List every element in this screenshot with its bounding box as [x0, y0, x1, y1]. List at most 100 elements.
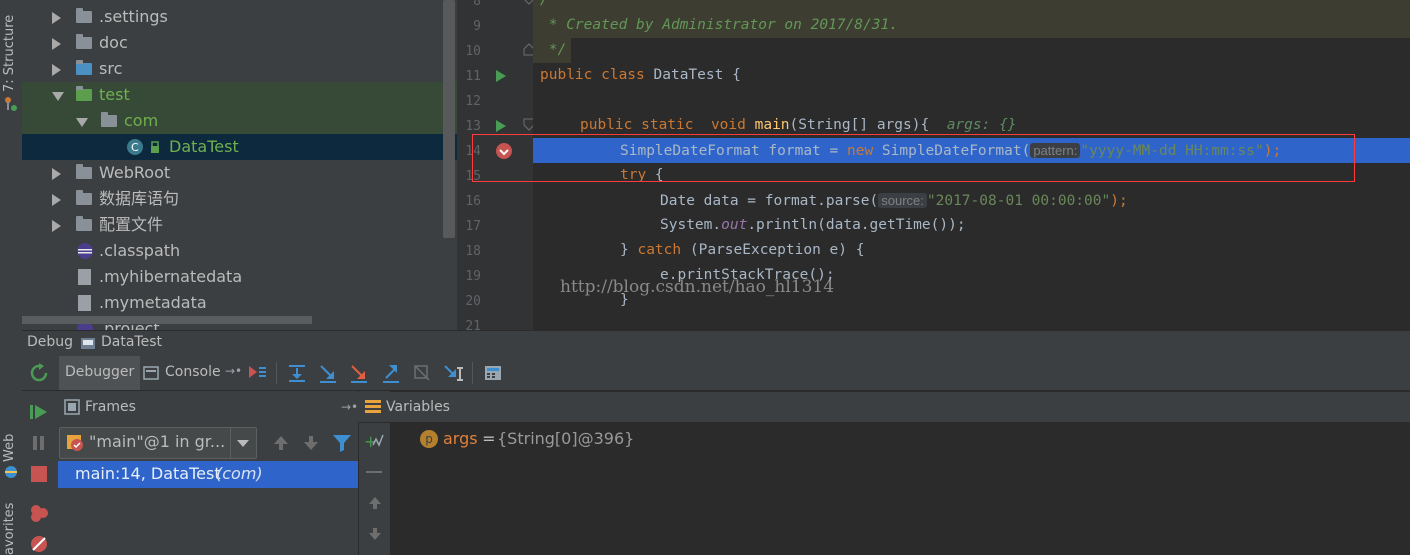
tree-item-label: .classpath — [99, 241, 181, 260]
debug-title-bar: Debug DataTest — [22, 330, 1410, 357]
move-down-icon[interactable] — [367, 526, 383, 542]
thread-selector[interactable]: "main"@1 in gr... — [59, 427, 257, 459]
tab-console[interactable]: Console — [159, 356, 227, 390]
move-up-icon[interactable] — [367, 495, 383, 511]
debug-config-name[interactable]: DataTest — [101, 334, 162, 350]
new-watch-icon[interactable]: + — [364, 431, 386, 451]
code-keyword: public static void — [580, 117, 755, 133]
drop-frame-icon[interactable] — [412, 363, 432, 383]
mute-breakpoints-icon[interactable] — [29, 534, 49, 554]
tree-item-settings[interactable]: .settings — [22, 4, 457, 30]
thread-icon — [67, 435, 83, 451]
code-text: (ParseException e) { — [681, 242, 865, 258]
code-line-8: /** — [540, 0, 567, 8]
collapse-arrow-icon[interactable] — [76, 118, 88, 127]
expand-arrow-icon[interactable] — [52, 12, 61, 24]
tab-debugger[interactable]: Debugger — [59, 356, 141, 390]
console-icon — [143, 366, 159, 380]
collapse-arrow-icon[interactable] — [52, 92, 64, 101]
force-step-into-icon[interactable] — [349, 363, 369, 383]
annotation-box — [472, 134, 1355, 182]
toolbar-separator — [276, 362, 277, 384]
tree-item-webroot[interactable]: WebRoot — [22, 160, 457, 186]
run-gutter-icon[interactable] — [495, 119, 507, 133]
run-to-cursor-icon[interactable] — [443, 363, 463, 383]
tree-horizontal-scrollbar[interactable] — [22, 316, 312, 324]
web-icon — [5, 466, 17, 478]
expand-arrow-icon[interactable] — [52, 220, 61, 232]
tree-item-label: com — [124, 111, 159, 130]
tree-item-classpath[interactable]: .classpath — [22, 238, 457, 264]
line-number: 11 — [465, 69, 481, 84]
expand-arrow-icon[interactable] — [52, 194, 61, 206]
debug-title: Debug — [27, 334, 74, 350]
resume-icon[interactable] — [29, 402, 49, 422]
code-line-16: Date data = format.parse(source: "2017-08… — [660, 188, 1410, 213]
tree-item-doc[interactable]: doc — [22, 30, 457, 56]
favorites-tool-button[interactable]: avorites — [2, 503, 17, 555]
evaluate-expression-icon[interactable] — [483, 363, 503, 383]
tree-item-database-scripts[interactable]: 数据库语句 — [22, 186, 457, 212]
chevron-down-icon[interactable] — [236, 439, 250, 449]
arrow-down-icon[interactable] — [302, 434, 320, 452]
line-number: 19 — [465, 269, 481, 284]
frames-header: Frames →• — [58, 392, 358, 422]
line-number: 12 — [465, 94, 481, 109]
remove-watch-icon[interactable] — [366, 471, 382, 473]
tree-item-mymetadata[interactable]: .mymetadata — [22, 290, 457, 316]
tree-item-label: 数据库语句 — [99, 189, 180, 208]
code-static-field: out — [721, 217, 748, 233]
tree-item-label: src — [99, 59, 123, 78]
tree-item-label: doc — [99, 33, 128, 52]
code-line-9: * Created by Administrator on 2017/8/31. — [540, 17, 898, 33]
pin-pane-icon[interactable]: →• — [341, 392, 358, 422]
tree-item-config-files[interactable]: 配置文件 — [22, 212, 457, 238]
code-string: "2017-08-01 00:00:00" — [926, 193, 1111, 209]
thread-value: "main"@1 in gr... — [89, 432, 226, 451]
line-number: 9 — [473, 19, 481, 34]
folder-icon — [76, 8, 92, 23]
pause-icon[interactable] — [29, 433, 49, 453]
expand-arrow-icon[interactable] — [52, 64, 61, 76]
variable-value: {String[0]@396} — [497, 429, 635, 448]
folder-icon — [76, 164, 92, 179]
step-over-icon[interactable] — [287, 363, 307, 383]
stop-icon[interactable] — [29, 464, 49, 484]
tree-item-datatest[interactable]: C DataTest — [22, 134, 457, 160]
line-number: 8 — [473, 0, 481, 9]
structure-tool-button[interactable]: 7: Structure — [2, 15, 17, 92]
tree-item-com[interactable]: com — [22, 108, 457, 134]
eclipse-file-icon — [77, 243, 93, 259]
step-out-icon[interactable] — [381, 363, 401, 383]
expand-arrow-icon[interactable] — [52, 38, 61, 50]
folder-icon — [76, 34, 92, 49]
view-breakpoints-icon[interactable] — [29, 503, 49, 523]
tree-item-myhibernatedata[interactable]: .myhibernatedata — [22, 264, 457, 290]
show-execution-point-icon[interactable] — [247, 363, 267, 383]
run-gutter-icon[interactable] — [495, 69, 507, 83]
tree-item-test[interactable]: test — [22, 82, 457, 108]
expand-arrow-icon[interactable] — [52, 168, 61, 180]
variables-title: Variables — [386, 399, 450, 415]
inline-debug-value: args: {} — [946, 117, 1017, 133]
frame-package: (com) — [216, 464, 263, 483]
line-number: 18 — [465, 244, 481, 259]
rerun-icon[interactable] — [29, 363, 49, 383]
folder-icon — [76, 190, 92, 205]
frame-item[interactable]: main:14, DataTest (com) — [58, 461, 358, 488]
tree-vertical-scrollbar[interactable] — [443, 0, 455, 238]
frames-icon — [64, 399, 80, 415]
line-number: 10 — [465, 44, 481, 59]
tree-item-label: .myhibernatedata — [99, 267, 243, 286]
arrow-up-icon[interactable] — [272, 434, 290, 452]
line-number: 20 — [465, 294, 481, 309]
project-tree: .settings doc src test com C DataTest We… — [22, 0, 457, 330]
pin-tab-icon[interactable]: →• — [225, 364, 242, 378]
line-number: 17 — [465, 219, 481, 234]
web-tool-button[interactable]: Web — [2, 434, 17, 462]
tree-item-src[interactable]: src — [22, 56, 457, 82]
tree-item-label: test — [99, 85, 130, 104]
step-into-icon[interactable] — [318, 363, 338, 383]
filter-icon[interactable] — [332, 433, 352, 453]
source-folder-icon — [76, 60, 92, 75]
